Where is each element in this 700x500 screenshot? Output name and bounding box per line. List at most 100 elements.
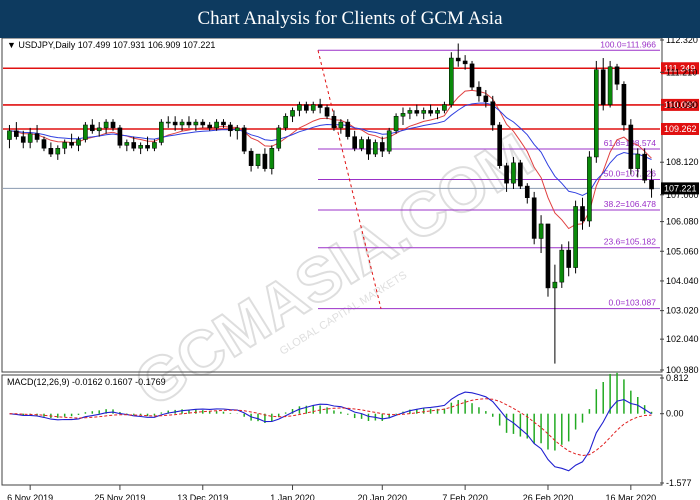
candle-body [76,139,81,146]
candle-body [573,206,578,268]
candle-body [483,95,489,102]
candle-body [497,124,502,166]
candle-body [511,162,516,184]
candle-body [628,124,634,169]
candle-body [552,281,558,289]
ohlc-text: 107.499 107.931 106.909 107.221 [78,40,216,50]
candle-body [518,162,523,187]
candle-body [221,121,226,126]
candle-body [538,223,544,239]
resistance-price-label: 109.262 [664,124,697,134]
fib-level-label: 0.0=103.087 [608,298,656,308]
y-tick-label: 110.090 [666,100,698,110]
candle-body [435,110,440,114]
x-tick-label: 26 Feb 2020 [523,493,574,500]
candle-body [255,153,261,166]
candle-body [331,115,337,129]
candle-body [276,127,282,149]
candle-body [338,121,344,129]
candle-body [607,66,613,105]
candle-body [138,145,143,149]
x-tick-label: 20 Jan 2020 [358,493,408,500]
candle-body [386,130,392,152]
candle-body [297,104,302,111]
candle-body [304,104,309,111]
fib-level-label: 23.6=105.182 [604,237,657,247]
x-tick-label: 25 Nov 2019 [94,493,145,500]
candle-body [117,127,123,146]
candle-body [442,104,447,111]
candle-body [103,121,109,129]
candle-body [379,142,385,152]
candle-body [193,121,199,126]
candle-body [317,104,323,108]
candle-body [642,153,647,181]
candle-body [69,142,74,146]
candle-body [48,148,54,155]
y-tick-label: 105.060 [666,246,699,256]
x-tick-label: 7 Feb 2020 [442,493,488,500]
x-tick-label: 16 Mar 2020 [606,493,657,500]
y-tick-label: 111.210 [666,67,697,77]
y-tick-label: 104.040 [666,276,699,286]
y-tick-label: 106.080 [666,217,699,227]
candle-body [41,139,47,149]
candle-body [310,104,316,111]
macd-y-tick-label: 0.00 [666,409,684,419]
candle-body [614,66,620,85]
symbol-label: ▼ USDJPY,Daily 107.499 107.931 106.909 1… [7,40,215,50]
candle-body [352,136,357,149]
candle-body [269,148,275,169]
candle-body [621,83,627,126]
symbol-arrow-icon: ▼ [7,40,18,50]
ma-fast-line [9,89,652,230]
candle-body [462,60,468,65]
y-tick-label: 108.120 [666,157,699,167]
candle-body [145,145,150,149]
candle-body [366,139,371,155]
x-tick-label: 13 Dec 2019 [177,493,228,500]
candle-body [207,124,212,129]
candle-body [545,223,551,289]
candle-body [165,121,171,124]
candle-body [186,121,192,126]
macd-label: MACD(12,26,9) -0.0162 0.1607 -0.1769 [7,377,166,387]
candle-body [359,139,364,149]
candle-body [241,127,247,152]
moving-averages [9,89,652,230]
candle-body [649,180,654,190]
chart-canvas: GCMASIA.COM GLOBAL CAPITAL MARKETS 100.0… [1,38,699,500]
candle-body [593,69,599,158]
candle-body [414,110,420,114]
candle-body [248,150,254,166]
candle-body [228,124,233,132]
y-tick-label: 107.000 [666,190,699,200]
candle-body [407,110,413,114]
fib-level-label: 100.0=111.966 [600,39,656,49]
candle-body [152,142,157,149]
candle-body [27,133,33,143]
candle-body [476,86,482,97]
candle-body [290,110,295,117]
candle-body [559,249,565,283]
candle-body [159,121,164,143]
candle-body [449,57,454,105]
fib-level-label: 38.2=106.478 [604,199,657,209]
candle-body [62,142,68,149]
candle-body [124,142,130,146]
candle-body [179,121,185,126]
candle-body [490,101,496,126]
candle-body [20,136,26,143]
candle-body [580,206,585,222]
candle-body [635,153,641,169]
candle-body [393,115,399,132]
candle-body [524,185,530,198]
candle-body [600,69,606,105]
y-tick-label: 102.040 [666,334,699,344]
candle-body [345,121,351,137]
fib-level-label: 50.0=107.526 [604,169,657,179]
macd-y-tick-label: -1.577 [666,478,692,488]
candle-body [55,148,61,155]
candle-body [172,121,178,126]
candle-body [234,127,240,132]
